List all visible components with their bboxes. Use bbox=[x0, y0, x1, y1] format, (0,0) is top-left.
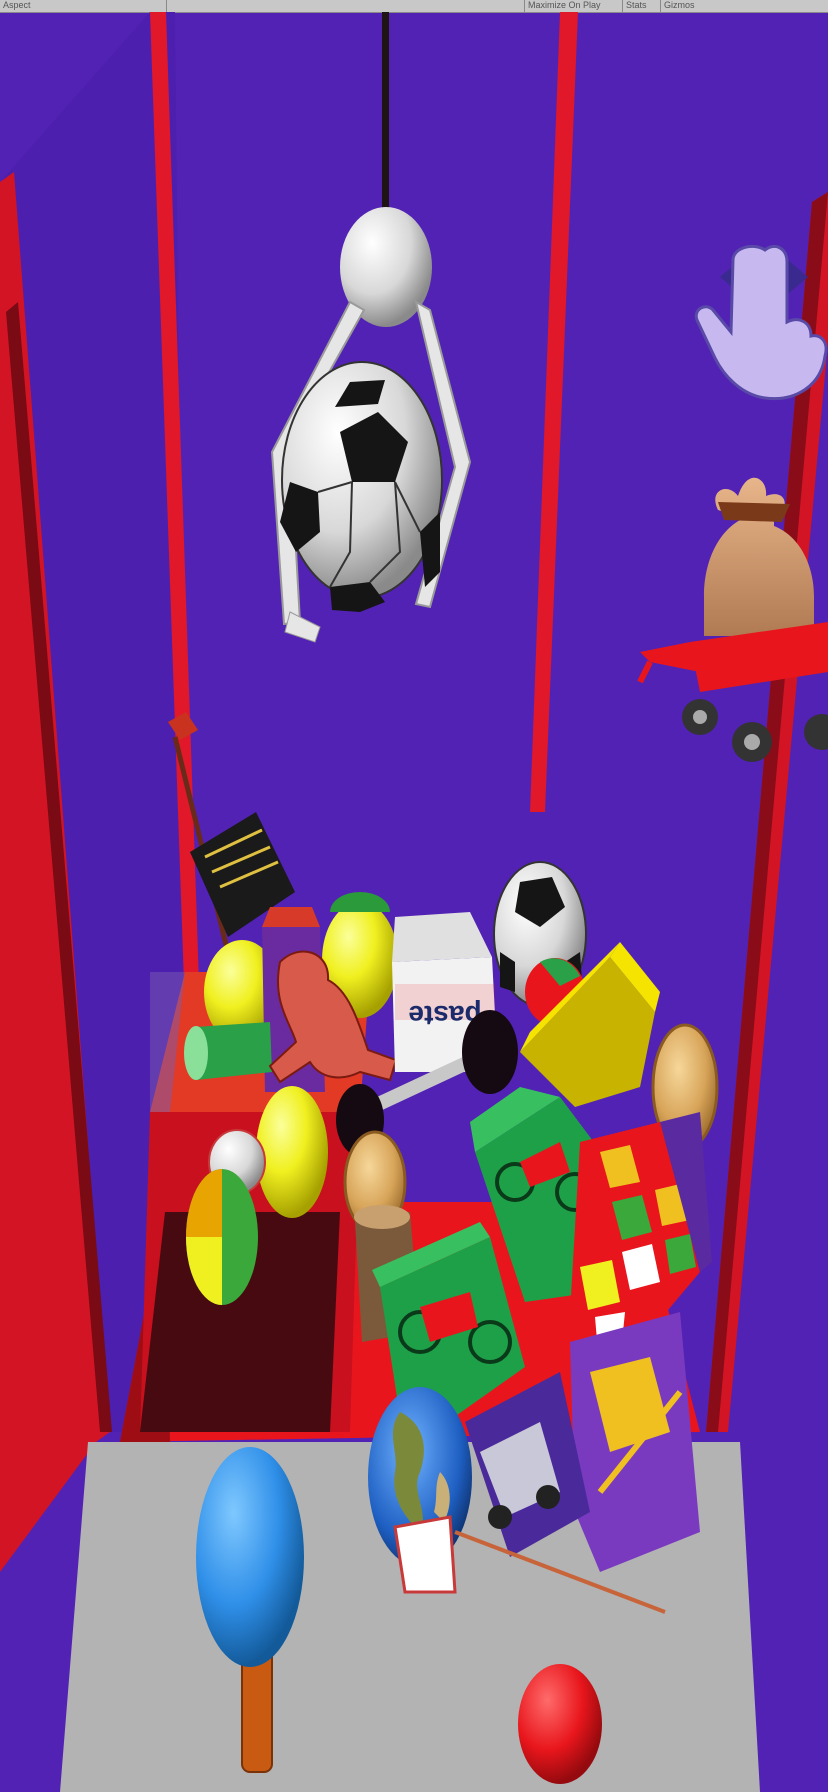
claw-machine-scene: paste bbox=[0, 12, 828, 1792]
frame-post-right-inner bbox=[530, 12, 578, 812]
green-cylinder-prize bbox=[184, 1022, 272, 1080]
held-soccer-ball bbox=[280, 361, 443, 612]
claw-cable bbox=[382, 12, 389, 210]
stats-tab[interactable]: Stats bbox=[622, 0, 664, 12]
color-wheel-ball-prize bbox=[186, 1169, 258, 1305]
yellow-ball-prize bbox=[256, 1086, 328, 1218]
aspect-label: Aspect bbox=[3, 0, 31, 10]
maximize-on-play-tab[interactable]: Maximize On Play bbox=[524, 0, 626, 12]
drop-button-icon[interactable] bbox=[518, 1664, 602, 1784]
toolbar-spacer bbox=[166, 0, 528, 12]
playing-card-prize bbox=[393, 1515, 457, 1594]
construction-toy-box-prize bbox=[570, 1312, 700, 1572]
gizmos-tab[interactable]: Gizmos bbox=[660, 0, 828, 12]
